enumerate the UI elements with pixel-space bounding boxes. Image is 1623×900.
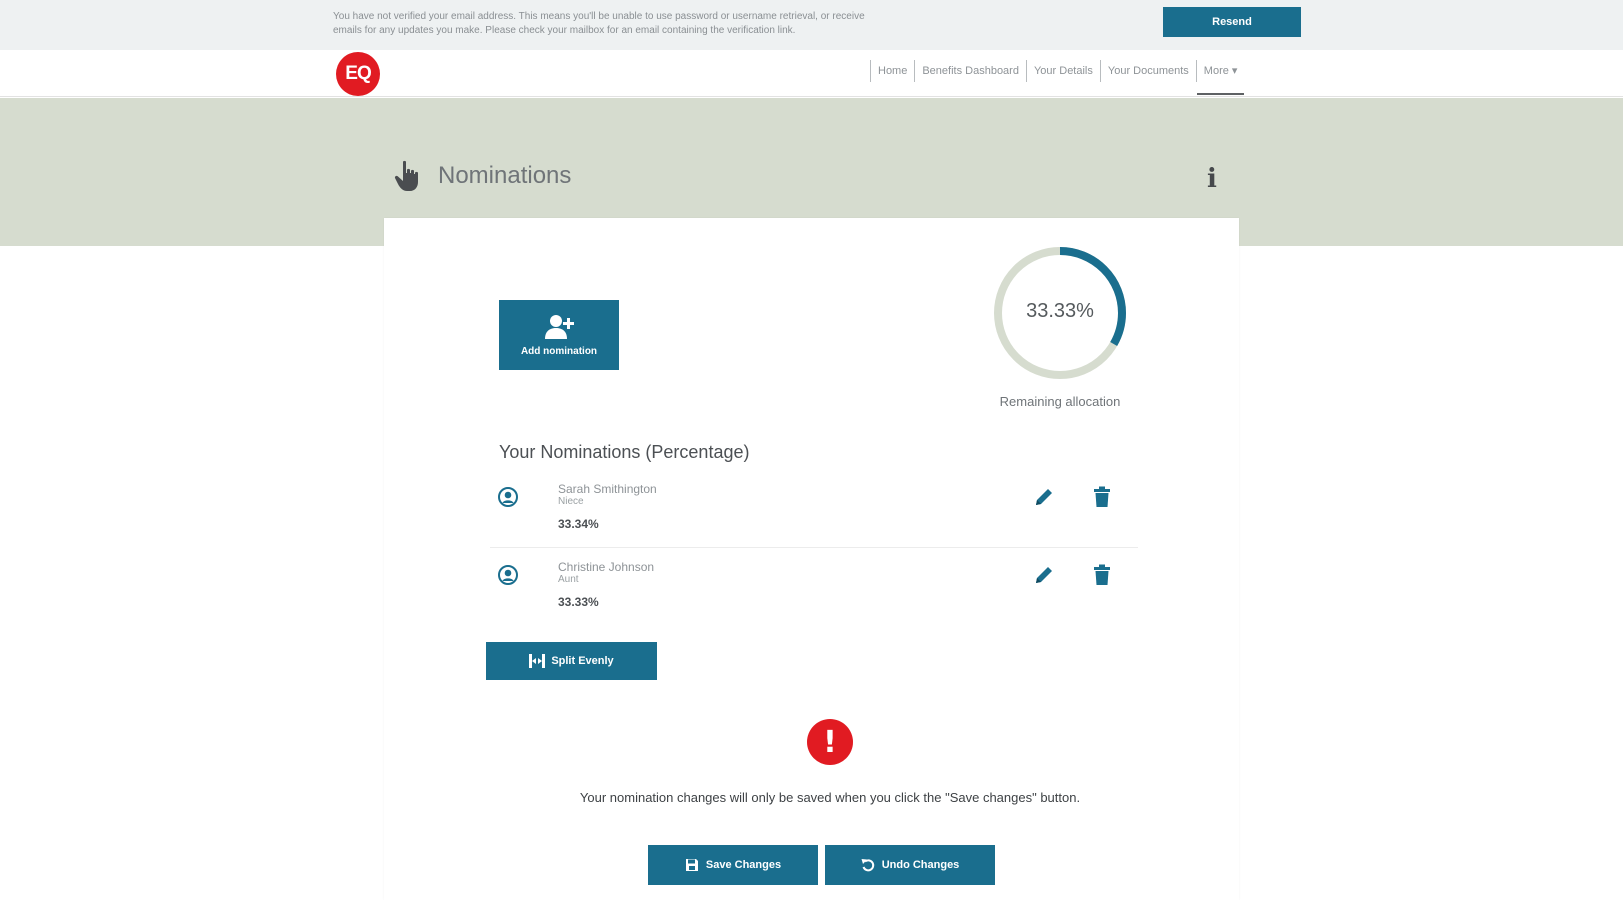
save-reminder-text: Your nomination changes will only be sav… [579,790,1081,805]
main-nav: Home Benefits Dashboard Your Details You… [870,58,1245,95]
nav-benefits-dashboard[interactable]: Benefits Dashboard [914,60,1026,82]
verification-banner: You have not verified your email address… [0,0,1623,50]
nominee-name: Christine Johnson [558,560,655,574]
nominee-relationship: Aunt [558,574,579,585]
nomination-row: Christine Johnson Aunt 33.33% [490,550,1138,626]
resend-button[interactable]: Resend [1163,7,1301,37]
save-changes-button[interactable]: Save Changes [648,845,818,885]
nav-more-label: More ▾ [1203,65,1238,77]
undo-changes-button[interactable]: Undo Changes [825,845,995,885]
nominee-name: Sarah Smithington [558,482,657,496]
exclamation-icon: ! [807,719,853,765]
page-title: Nominations [438,162,572,189]
trash-icon[interactable] [1093,564,1111,586]
split-arrows-icon [529,654,546,668]
split-evenly-label: Split Evenly [551,655,614,667]
undo-changes-label: Undo Changes [881,859,960,871]
person-circle-icon [498,565,518,585]
add-nomination-button[interactable]: Add nomination [499,300,619,370]
nominee-percentage: 33.34% [558,517,599,531]
nominee-percentage: 33.33% [558,595,599,609]
nav-your-documents[interactable]: Your Documents [1099,60,1196,82]
person-circle-icon [498,487,518,507]
verification-message: You have not verified your email address… [333,11,865,36]
eq-logo[interactable]: EQ [336,52,380,96]
nav-active-underline [1196,93,1245,95]
nav-home[interactable]: Home [870,60,914,82]
pencil-icon[interactable] [1033,564,1055,586]
undo-arrow-icon [861,859,874,872]
remaining-allocation-value: 33.33% [1026,300,1094,322]
user-plus-icon [545,315,574,339]
nav-your-details[interactable]: Your Details [1025,60,1100,82]
add-nomination-label: Add nomination [520,346,598,357]
remaining-allocation-caption: Remaining allocation [999,394,1121,409]
info-icon[interactable]: i [1207,166,1217,192]
nominations-heading: Your Nominations (Percentage) [499,442,750,462]
hand-pointer-icon [394,160,418,191]
pencil-icon[interactable] [1033,486,1055,508]
page-heading: Nominations [394,160,571,192]
floppy-disk-icon [685,859,698,871]
nominee-relationship: Niece [558,496,584,507]
nomination-row: Sarah Smithington Niece 33.34% [490,472,1138,548]
split-evenly-button[interactable]: Split Evenly [486,642,657,680]
site-header: EQ Home Benefits Dashboard Your Details … [0,50,1623,97]
trash-icon[interactable] [1093,486,1111,508]
save-changes-label: Save Changes [705,859,782,871]
nav-more-dropdown[interactable]: More ▾ [1195,60,1245,95]
